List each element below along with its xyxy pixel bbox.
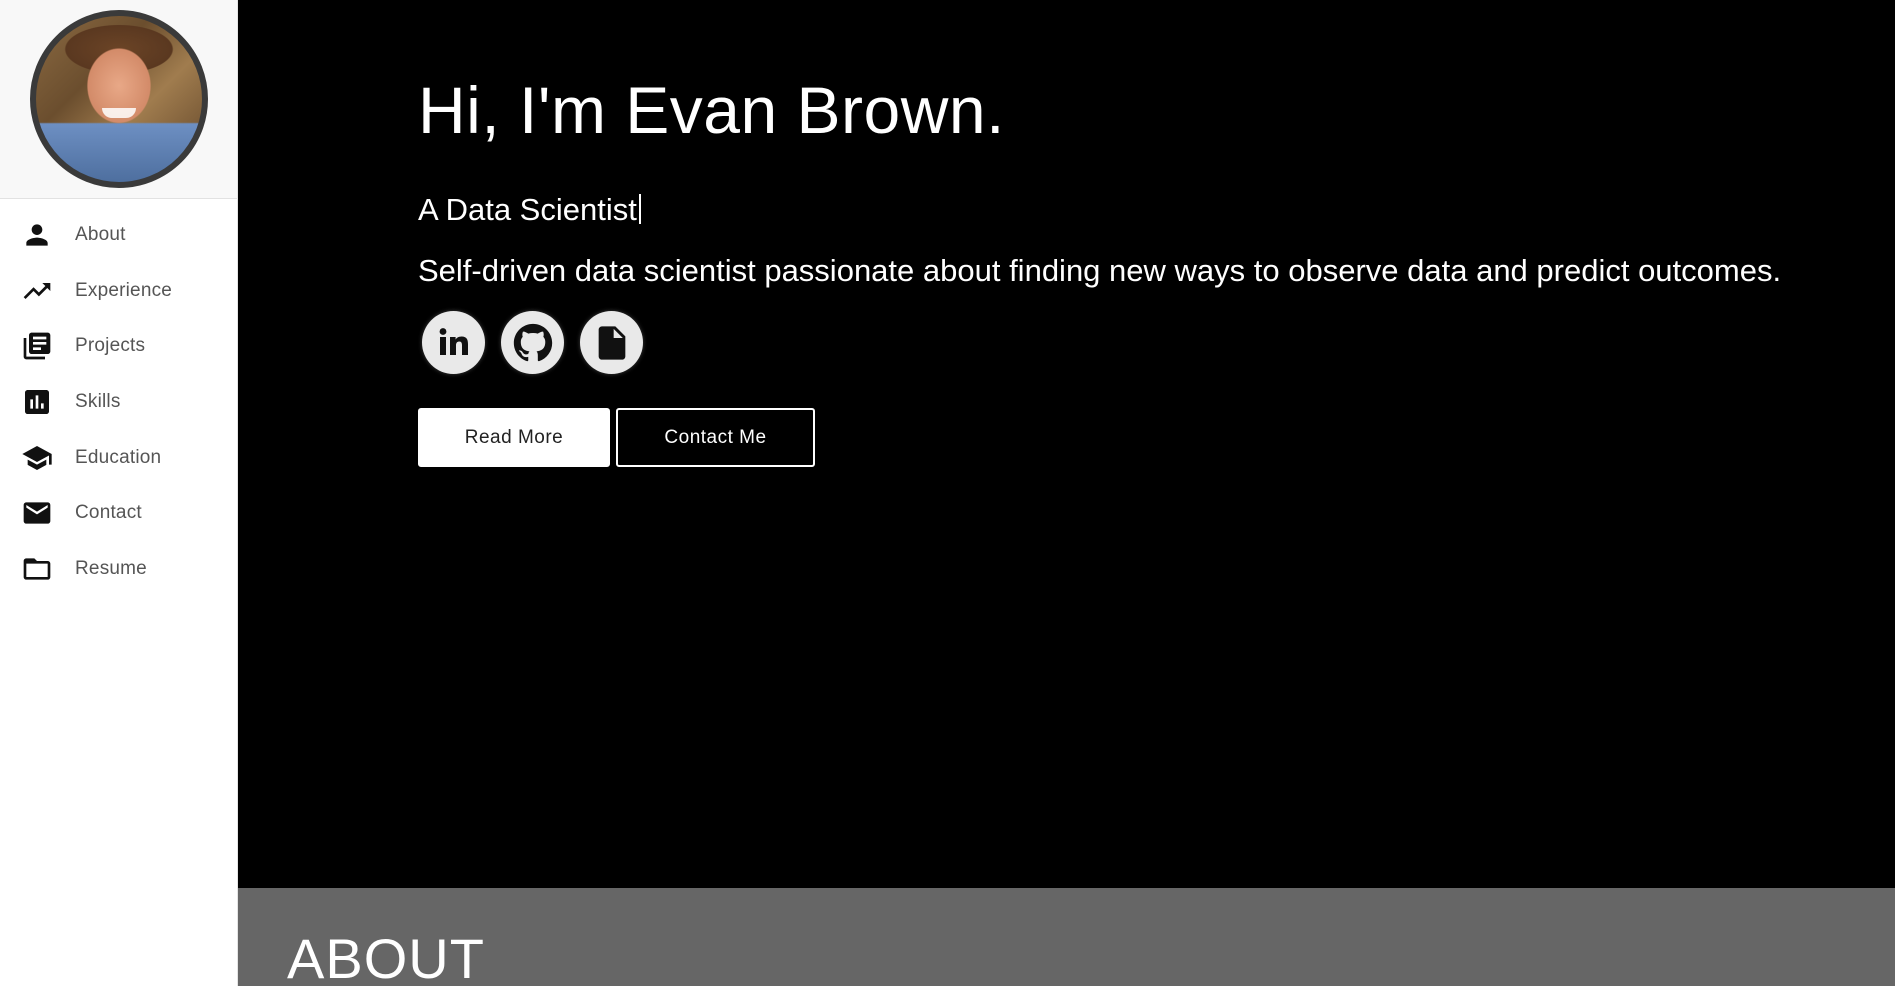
person-icon	[21, 220, 55, 250]
read-more-button[interactable]: Read More	[418, 408, 610, 467]
hero-section: Hi, I'm Evan Brown. A Data Scientist Sel…	[238, 0, 1895, 888]
mail-icon	[21, 498, 55, 528]
folder-icon	[21, 554, 55, 584]
graduation-cap-icon	[21, 443, 55, 473]
document-icon	[598, 325, 625, 360]
sidebar: About Experience Projects Skills Educati…	[0, 0, 238, 986]
hero-role: A Data Scientist	[418, 192, 641, 228]
hero-description: Self-driven data scientist passionate ab…	[418, 253, 1782, 288]
avatar	[29, 10, 208, 188]
typing-caret	[638, 194, 641, 224]
role-text: A Data Scientist	[418, 192, 637, 227]
sidebar-item-label: Education	[75, 446, 162, 468]
github-link[interactable]	[501, 311, 564, 374]
profile-area	[0, 0, 237, 199]
contact-me-button[interactable]: Contact Me	[616, 408, 815, 467]
linkedin-link[interactable]	[422, 311, 485, 374]
sidebar-item-label: Experience	[75, 279, 173, 301]
sidebar-item-resume[interactable]: Resume	[0, 541, 237, 597]
social-links	[422, 311, 643, 374]
sidebar-item-about[interactable]: About	[0, 207, 237, 263]
sidebar-item-label: Skills	[75, 390, 121, 412]
resume-link[interactable]	[580, 311, 643, 374]
github-icon	[513, 323, 552, 361]
sidebar-item-label: Contact	[75, 502, 142, 524]
sidebar-nav: About Experience Projects Skills Educati…	[0, 207, 237, 597]
about-title: ABOUT	[287, 927, 485, 986]
sidebar-item-skills[interactable]: Skills	[0, 374, 237, 430]
linkedin-icon	[439, 327, 468, 355]
hero-buttons: Read More Contact Me	[418, 408, 815, 467]
about-section: ABOUT	[238, 888, 1895, 986]
library-books-icon	[21, 331, 55, 361]
sidebar-item-label: About	[75, 223, 126, 245]
hero-title: Hi, I'm Evan Brown.	[418, 73, 1005, 147]
sidebar-item-label: Resume	[75, 557, 147, 579]
bar-chart-icon	[21, 387, 55, 417]
sidebar-item-education[interactable]: Education	[0, 430, 237, 486]
trending-up-icon	[21, 276, 55, 306]
sidebar-item-label: Projects	[75, 335, 146, 357]
sidebar-item-contact[interactable]: Contact	[0, 485, 237, 541]
sidebar-item-experience[interactable]: Experience	[0, 263, 237, 319]
sidebar-item-projects[interactable]: Projects	[0, 318, 237, 374]
